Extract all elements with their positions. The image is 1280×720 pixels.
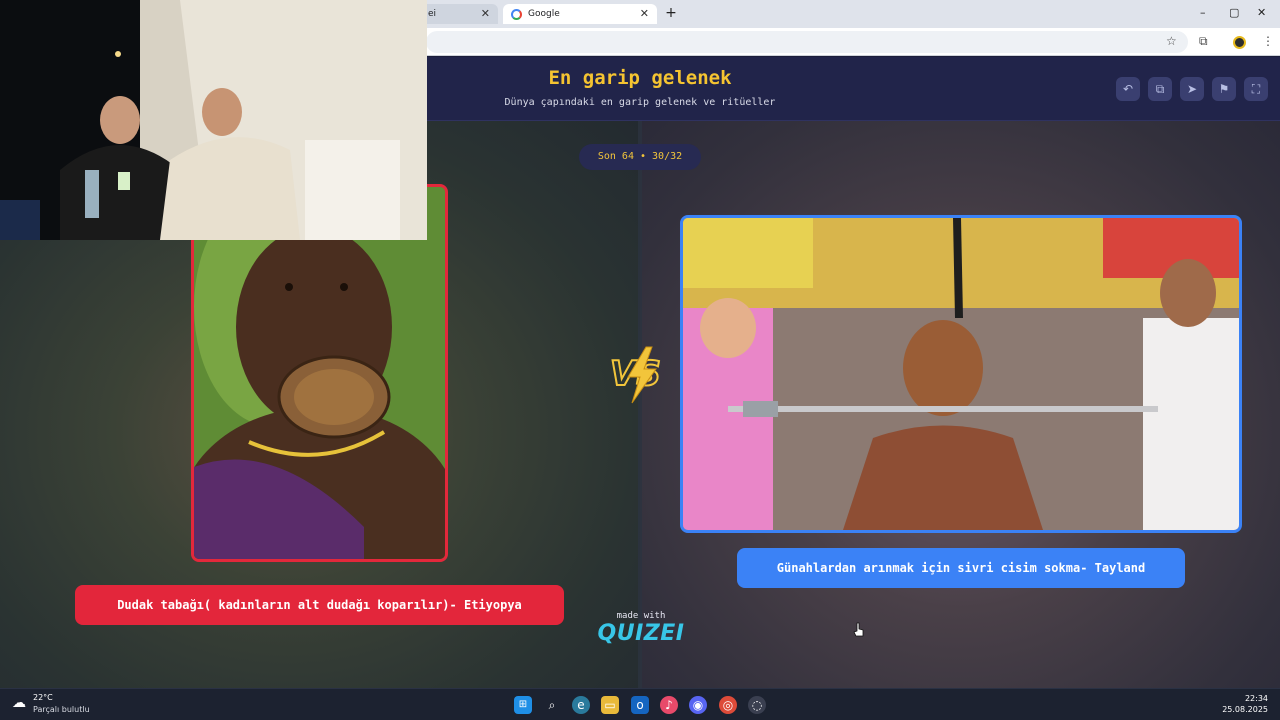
lip-plate-photo	[194, 187, 445, 559]
menu-icon[interactable]: ⋮	[1262, 34, 1274, 48]
quizei-logo: QUIZEI	[597, 621, 685, 646]
webcam-feed-image	[0, 0, 427, 240]
hand-cursor-icon	[853, 622, 864, 637]
browser-tab-google[interactable]: Google ✕	[503, 4, 657, 24]
outlook-icon[interactable]: o	[631, 696, 649, 714]
clock-date[interactable]: 25.08.2025	[1222, 705, 1268, 714]
right-option-label[interactable]: Günahlardan arınmak için sivri cisim sok…	[737, 548, 1185, 588]
google-favicon-icon	[511, 8, 522, 20]
weather-temperature[interactable]: 22°C	[33, 693, 53, 702]
star-icon[interactable]: ☆	[1166, 34, 1177, 48]
left-option-label[interactable]: Dudak tabağı( kadınların alt dudağı kopa…	[75, 585, 564, 625]
maximize-icon[interactable]: ▢	[1229, 6, 1239, 19]
webcam-overlay	[0, 0, 427, 240]
quizei-branding[interactable]: made with QUIZEI	[596, 611, 686, 646]
made-with-label: made with	[616, 611, 666, 621]
search-icon[interactable]: ⌕	[543, 696, 561, 714]
extensions-icon[interactable]: ⧉	[1199, 34, 1208, 49]
page-title: En garip gelenek	[548, 67, 732, 89]
page-subtitle: Dünya çapındaki en garip gelenek ve ritü…	[504, 97, 776, 108]
right-option-image[interactable]	[680, 215, 1242, 533]
app-icon[interactable]: ◌	[748, 696, 766, 714]
minimize-icon[interactable]: –	[1200, 6, 1206, 19]
send-icon[interactable]: ➤	[1180, 77, 1204, 101]
browser-tab-1[interactable]: ei ✕	[420, 4, 498, 24]
file-explorer-icon[interactable]: ▭	[601, 696, 619, 714]
left-option-image[interactable]	[191, 184, 448, 562]
windows-taskbar: ☁ 22°C Parçalı bulutlu ⊞ ⌕ e ▭ o ♪ ◉ ◎ ◌…	[0, 688, 1280, 720]
new-tab-button[interactable]: +	[662, 5, 680, 23]
windows-start-icon[interactable]: ⊞	[514, 696, 532, 714]
tab-close-icon[interactable]: ✕	[481, 7, 490, 20]
copy-icon[interactable]: ⧉	[1148, 77, 1172, 101]
discord-icon[interactable]: ◉	[689, 696, 707, 714]
address-bar[interactable]	[426, 31, 1188, 53]
music-icon[interactable]: ♪	[660, 696, 678, 714]
profile-icon[interactable]	[1233, 36, 1246, 49]
vs-bolt-icon: VS	[609, 346, 662, 404]
undo-icon[interactable]: ↶	[1116, 77, 1140, 101]
clock-time[interactable]: 22:34	[1245, 694, 1268, 703]
weather-cloud-icon[interactable]: ☁	[10, 694, 28, 712]
round-indicator: Son 64 • 30/32	[579, 144, 701, 170]
tab-title: Google	[528, 9, 560, 19]
tab-close-icon[interactable]: ✕	[640, 7, 649, 20]
piercing-ritual-photo	[683, 218, 1239, 530]
edge-icon[interactable]: e	[572, 696, 590, 714]
close-window-icon[interactable]: ✕	[1257, 6, 1266, 19]
flag-icon[interactable]: ⚑	[1212, 77, 1236, 101]
chrome-icon[interactable]: ◎	[719, 696, 737, 714]
weather-description[interactable]: Parçalı bulutlu	[33, 705, 90, 714]
fullscreen-icon[interactable]: ⛶	[1244, 77, 1268, 101]
tab-title: ei	[428, 9, 437, 19]
